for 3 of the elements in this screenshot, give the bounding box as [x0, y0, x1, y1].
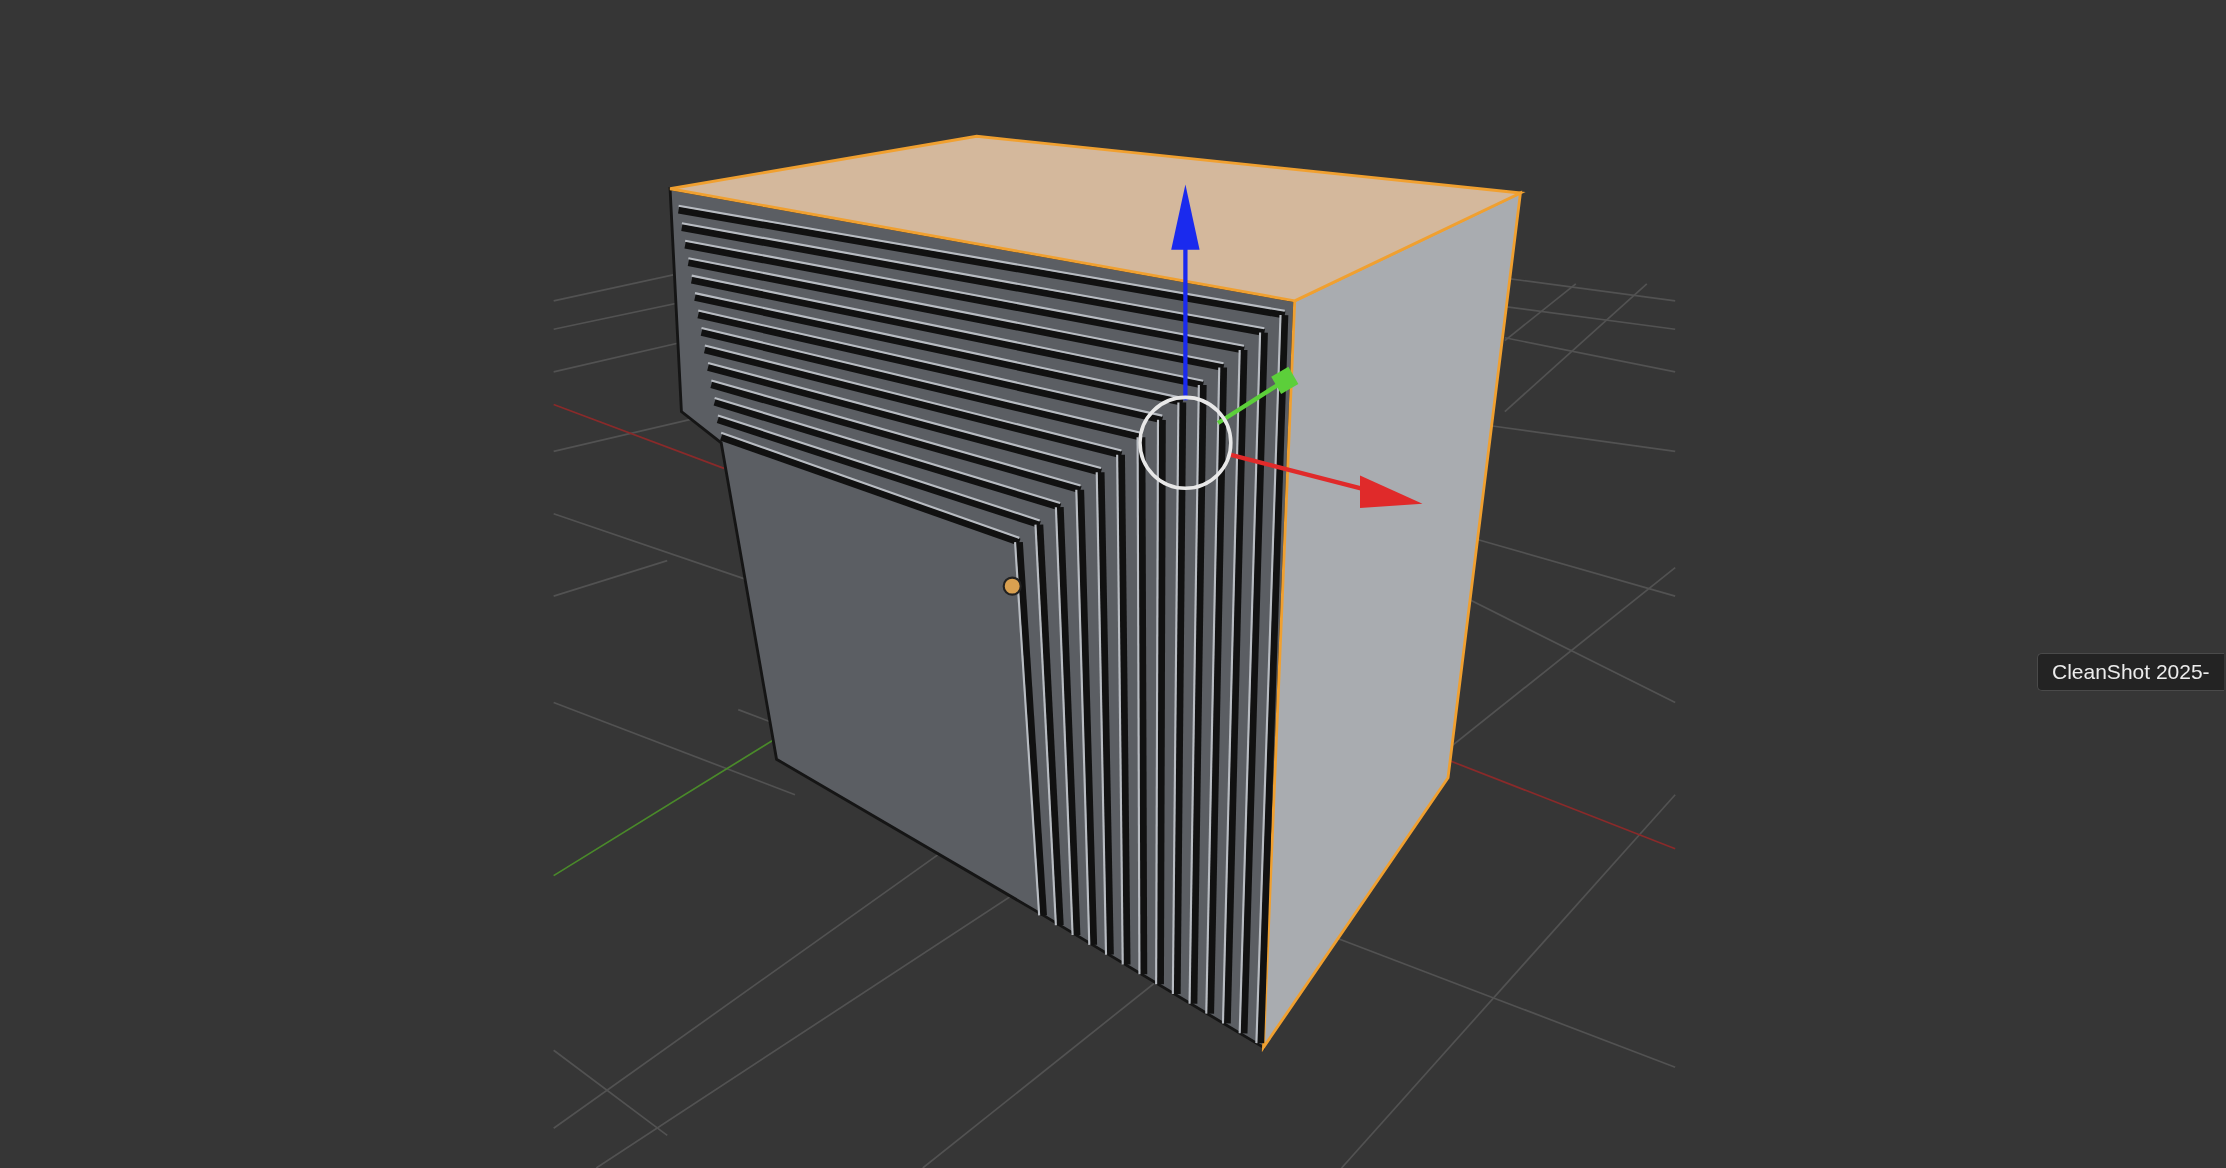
tooltip: CleanShot 2025-: [2037, 653, 2224, 691]
origin-dot-icon: [1002, 576, 1022, 596]
transform-gizmo-drawing[interactable]: [1138, 184, 1423, 509]
